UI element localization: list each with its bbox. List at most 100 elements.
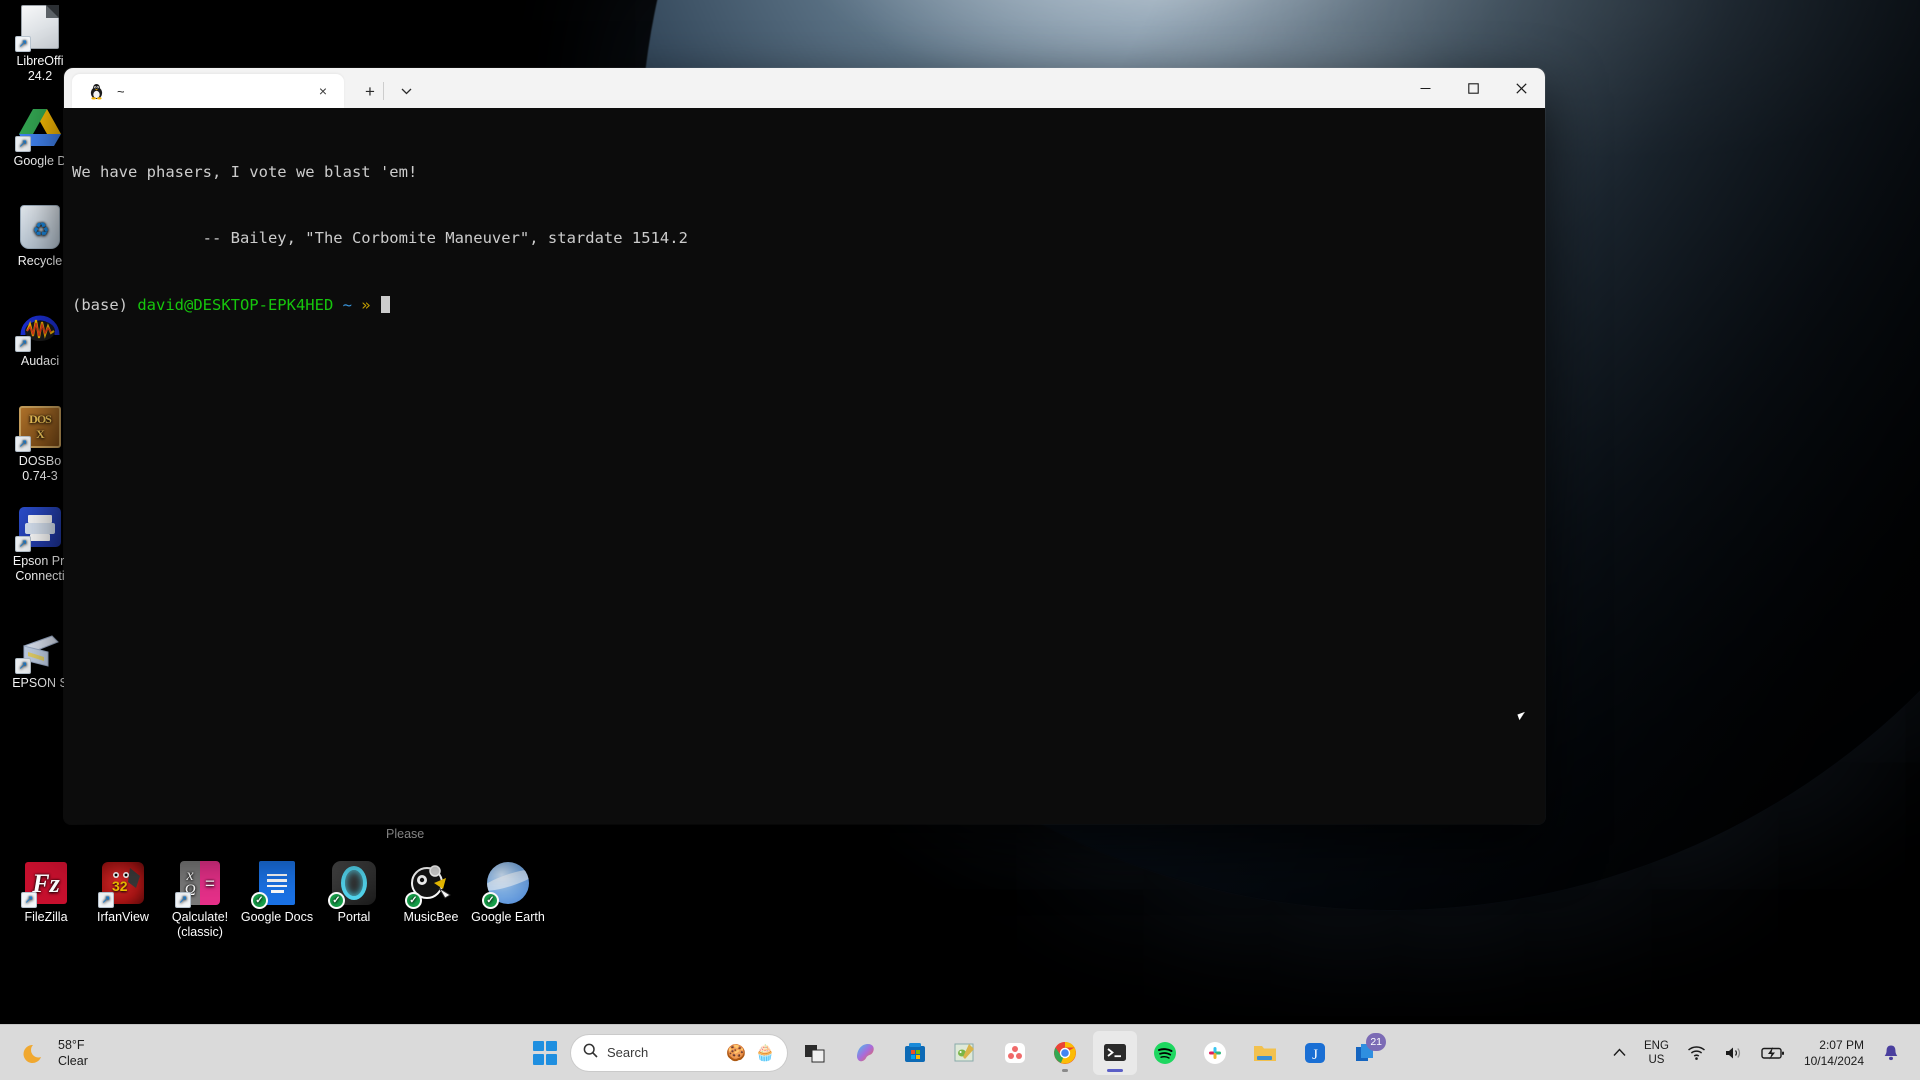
terminal-tab-strip[interactable]: ~ × + — [64, 68, 423, 108]
new-tab-button[interactable]: + — [353, 74, 387, 108]
prompt-path: ~ — [333, 296, 362, 315]
prompt-user-host: david@DESKTOP-EPK4HED — [137, 296, 334, 315]
cloud-sync-check-icon: ✓ — [405, 892, 422, 909]
desktop-icon-label: Portal — [337, 910, 371, 924]
weather-widget[interactable]: 58°F Clear — [0, 1025, 102, 1080]
wifi-icon[interactable] — [1680, 1031, 1713, 1075]
taskbar-app-paint[interactable] — [943, 1031, 987, 1075]
cookie-icon: 🍪 — [726, 1044, 747, 1062]
audacity-icon: ↗ — [15, 304, 63, 352]
clock[interactable]: 2:07 PM 10/14/2024 — [1796, 1037, 1872, 1069]
windows-terminal-window[interactable]: ~ × + We have phasers, I vote we blast '… — [64, 68, 1545, 824]
desktop-icon-label: Google Earth — [471, 910, 545, 924]
shortcut-arrow-icon: ↗ — [21, 892, 37, 908]
desktop-icon-label: MusicBee — [403, 910, 459, 924]
prompt-symbol: » — [361, 296, 380, 315]
desktop-icon-google-docs[interactable]: ✓ Google Docs — [239, 860, 315, 925]
shortcut-arrow-icon: ↗ — [15, 536, 31, 552]
minimize-button[interactable] — [1401, 68, 1449, 108]
taskbar[interactable]: 58°F Clear Search 🍪 🧁 J 21 ENG US 2:07 P… — [0, 1024, 1920, 1080]
desktop-icon-qalculate[interactable]: x Ω = ↗ Qalculate! (classic) — [162, 860, 238, 940]
recycle-bin-icon: ♻ — [17, 204, 63, 250]
taskbar-app-jdownloader[interactable]: J — [1293, 1031, 1337, 1075]
desktop-icon-label: Google Docs — [240, 910, 314, 924]
start-button[interactable] — [533, 1040, 557, 1065]
system-tray[interactable]: ENG US 2:07 PM 10/14/2024 — [1606, 1025, 1920, 1080]
terminal-title-bar[interactable]: ~ × + — [64, 68, 1545, 108]
close-window-button[interactable] — [1497, 68, 1545, 108]
desktop-icon-label: IrfanView — [97, 910, 149, 924]
search-input[interactable]: Search 🍪 🧁 — [571, 1034, 787, 1071]
desktop-icon-portal[interactable]: ✓ Portal — [316, 860, 392, 925]
volume-icon[interactable] — [1717, 1031, 1750, 1075]
epson-printer-icon: ↗ — [15, 504, 63, 552]
terminal-line-attribution: -- Bailey, "The Corbomite Maneuver", sta… — [72, 229, 688, 248]
search-placeholder: Search — [607, 1045, 649, 1060]
taskbar-app-mail[interactable]: 21 — [1343, 1031, 1387, 1075]
taskbar-app-asana[interactable] — [993, 1031, 1037, 1075]
desktop-icon-label: Qalculate! (classic) — [171, 910, 229, 939]
google-earth-icon: ✓ — [482, 860, 531, 909]
terminal-tab-title: ~ — [117, 83, 125, 99]
google-drive-icon: ↗ — [15, 104, 63, 152]
taskbar-app-spotify[interactable] — [1143, 1031, 1187, 1075]
shortcut-arrow-icon: ↗ — [15, 36, 31, 52]
portal-icon: ✓ — [328, 860, 377, 909]
language-indicator[interactable]: ENG US — [1637, 1031, 1676, 1075]
language-line1: ENG — [1644, 1039, 1669, 1052]
close-tab-icon[interactable]: × — [310, 78, 336, 104]
dosbox-icon: DOS X ↗ — [15, 404, 63, 452]
window-controls[interactable] — [1401, 68, 1545, 108]
google-docs-icon: ✓ — [251, 860, 300, 909]
bell-icon[interactable] — [1876, 1031, 1906, 1075]
terminal-tab[interactable]: ~ × — [72, 74, 344, 108]
terminal-prompt-line: (base) david@DESKTOP-EPK4HED ~ » — [72, 294, 1545, 316]
shortcut-arrow-icon: ↗ — [98, 892, 114, 908]
desktop-icon-irfanview[interactable]: 32 ↗ IrfanView — [85, 860, 161, 925]
desktop-icon-musicbee[interactable]: ✓ MusicBee — [393, 860, 469, 925]
shortcut-arrow-icon: ↗ — [15, 436, 31, 452]
clock-date: 10/14/2024 — [1803, 1053, 1864, 1068]
desktop-icon-google-earth[interactable]: ✓ Google Earth — [470, 860, 546, 925]
epson-scanner-icon: ↗ — [15, 626, 63, 674]
terminal-output-area[interactable]: We have phasers, I vote we blast 'em! --… — [64, 108, 1545, 824]
cupcake-icon: 🧁 — [755, 1044, 775, 1062]
clock-time: 2:07 PM — [1819, 1037, 1864, 1052]
taskbar-app-file-explorer[interactable] — [1243, 1031, 1287, 1075]
svg-text:♻: ♻ — [32, 220, 49, 241]
svg-text:J: J — [1312, 1047, 1318, 1063]
taskbar-app-slack[interactable] — [1193, 1031, 1237, 1075]
language-line2: US — [1648, 1053, 1665, 1066]
qalculate-icon: x Ω = ↗ — [175, 860, 223, 908]
taskbar-app-microsoft-store[interactable] — [893, 1031, 937, 1075]
shortcut-arrow-icon: ↗ — [15, 136, 31, 152]
moon-icon — [22, 1040, 48, 1066]
weather-text: 58°F Clear — [58, 1037, 88, 1069]
notification-badge: 21 — [1366, 1032, 1386, 1051]
desktop-icon-filezilla[interactable]: Fz ↗ FileZilla — [8, 860, 84, 925]
maximize-button[interactable] — [1449, 68, 1497, 108]
weather-condition: Clear — [58, 1053, 88, 1068]
tux-penguin-icon — [88, 83, 105, 100]
tab-dropdown-chevron-icon[interactable] — [383, 74, 423, 108]
irfanview-badge: 32 — [112, 878, 128, 894]
shortcut-arrow-icon: ↗ — [15, 336, 31, 352]
prompt-conda-env: (base) — [72, 296, 138, 315]
taskbar-app-copilot[interactable] — [843, 1031, 887, 1075]
cloud-sync-check-icon: ✓ — [251, 892, 268, 909]
taskbar-center-group[interactable]: Search 🍪 🧁 J 21 — [533, 1030, 1387, 1075]
weather-temperature: 58°F — [58, 1037, 85, 1052]
libreoffice-icon: ↗ — [15, 4, 63, 52]
terminal-line-quote: We have phasers, I vote we blast 'em! — [72, 162, 418, 181]
desktop-icon-partial-label: Please — [386, 827, 425, 841]
taskbar-app-google-chrome[interactable] — [1043, 1031, 1087, 1075]
battery-charging-icon[interactable] — [1754, 1031, 1792, 1075]
filezilla-icon: Fz ↗ — [21, 860, 69, 908]
desktop-icon-label: FileZilla — [24, 910, 68, 924]
search-icon — [583, 1043, 598, 1063]
musicbee-icon: ✓ — [405, 860, 454, 909]
taskbar-app-task-view[interactable] — [793, 1031, 837, 1075]
tray-overflow-chevron-icon[interactable] — [1606, 1031, 1633, 1075]
taskbar-app-windows-terminal[interactable] — [1093, 1030, 1137, 1075]
irfanview-icon: 32 ↗ — [98, 860, 146, 908]
